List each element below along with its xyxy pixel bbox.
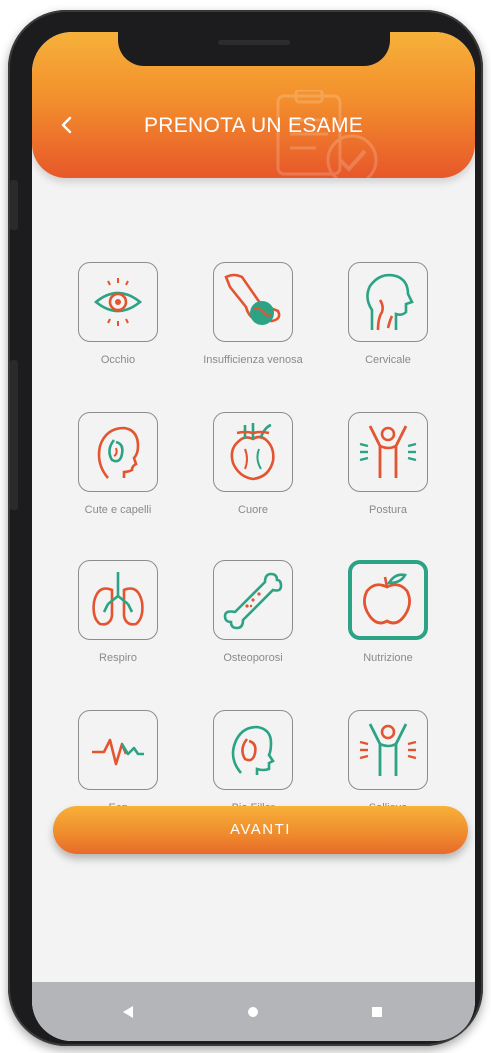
exam-tile-box xyxy=(78,710,158,790)
android-nav-bar xyxy=(32,982,475,1041)
square-recents-icon xyxy=(372,1006,382,1017)
exam-tile-cuore[interactable]: Cuore xyxy=(187,412,319,532)
exam-tile-box xyxy=(213,710,293,790)
screen: PRENOTA UN ESAME Occhio Insufficienza ve… xyxy=(32,32,475,1041)
leg-vein-icon xyxy=(224,273,281,325)
face-profile-icon xyxy=(231,725,275,775)
exam-tile-box xyxy=(78,262,158,342)
exam-label: Osteoporosi xyxy=(223,652,283,664)
page-title: PRENOTA UN ESAME xyxy=(143,114,364,137)
exam-label: Nutrizione xyxy=(363,652,413,664)
relief-icon xyxy=(359,723,417,776)
neck-profile-icon xyxy=(366,273,414,331)
exam-label: Occhio xyxy=(100,354,136,366)
exam-tile-box xyxy=(348,560,428,640)
exam-tile-box xyxy=(78,560,158,640)
volume-down-button xyxy=(10,360,18,510)
nav-recents-button[interactable] xyxy=(337,982,417,1041)
nav-back-button[interactable] xyxy=(88,982,168,1041)
exam-tile-box xyxy=(78,412,158,492)
exam-tile-cute-e-capelli[interactable]: Cute e capelli xyxy=(52,412,184,532)
exam-tile-cervicale[interactable]: Cervicale xyxy=(322,262,454,382)
posture-icon xyxy=(359,425,417,478)
ecg-icon xyxy=(92,738,144,766)
exam-tile-box xyxy=(348,710,428,790)
exam-label: Postura xyxy=(369,504,407,516)
exam-label: Insufficienza venosa xyxy=(203,354,303,366)
skin-hair-icon xyxy=(97,426,140,479)
exam-tile-box xyxy=(213,262,293,342)
speaker xyxy=(218,40,290,45)
lungs-icon xyxy=(92,572,144,626)
exam-tile-osteoporosi[interactable]: Osteoporosi xyxy=(187,560,319,680)
heart-icon xyxy=(230,423,275,481)
exam-tile-box xyxy=(213,412,293,492)
avanti-button[interactable]: AVANTI xyxy=(53,806,468,854)
exam-tile-box xyxy=(348,412,428,492)
triangle-back-icon xyxy=(123,1005,133,1018)
circle-home-icon xyxy=(248,1006,258,1017)
volume-up-button xyxy=(10,180,18,230)
exam-label: Cervicale xyxy=(365,354,411,366)
exam-tile-box xyxy=(348,262,428,342)
bone-icon xyxy=(223,572,283,630)
exam-label: Cuore xyxy=(238,504,268,516)
exam-tile-nutrizione[interactable]: Nutrizione xyxy=(322,560,454,680)
notch xyxy=(118,32,390,66)
exam-tile-occhio[interactable]: Occhio xyxy=(52,262,184,382)
eye-icon xyxy=(93,278,143,326)
exam-label: Cute e capelli xyxy=(84,504,152,516)
nav-home-button[interactable] xyxy=(213,982,293,1041)
phone-frame: PRENOTA UN ESAME Occhio Insufficienza ve… xyxy=(8,10,483,1046)
exam-tile-insufficienza-venosa[interactable]: Insufficienza venosa xyxy=(187,262,319,382)
apple-icon xyxy=(363,573,411,625)
exam-tile-box xyxy=(213,560,293,640)
exam-tile-respiro[interactable]: Respiro xyxy=(52,560,184,680)
exam-label: Respiro xyxy=(99,652,137,664)
exam-tile-postura[interactable]: Postura xyxy=(322,412,454,532)
